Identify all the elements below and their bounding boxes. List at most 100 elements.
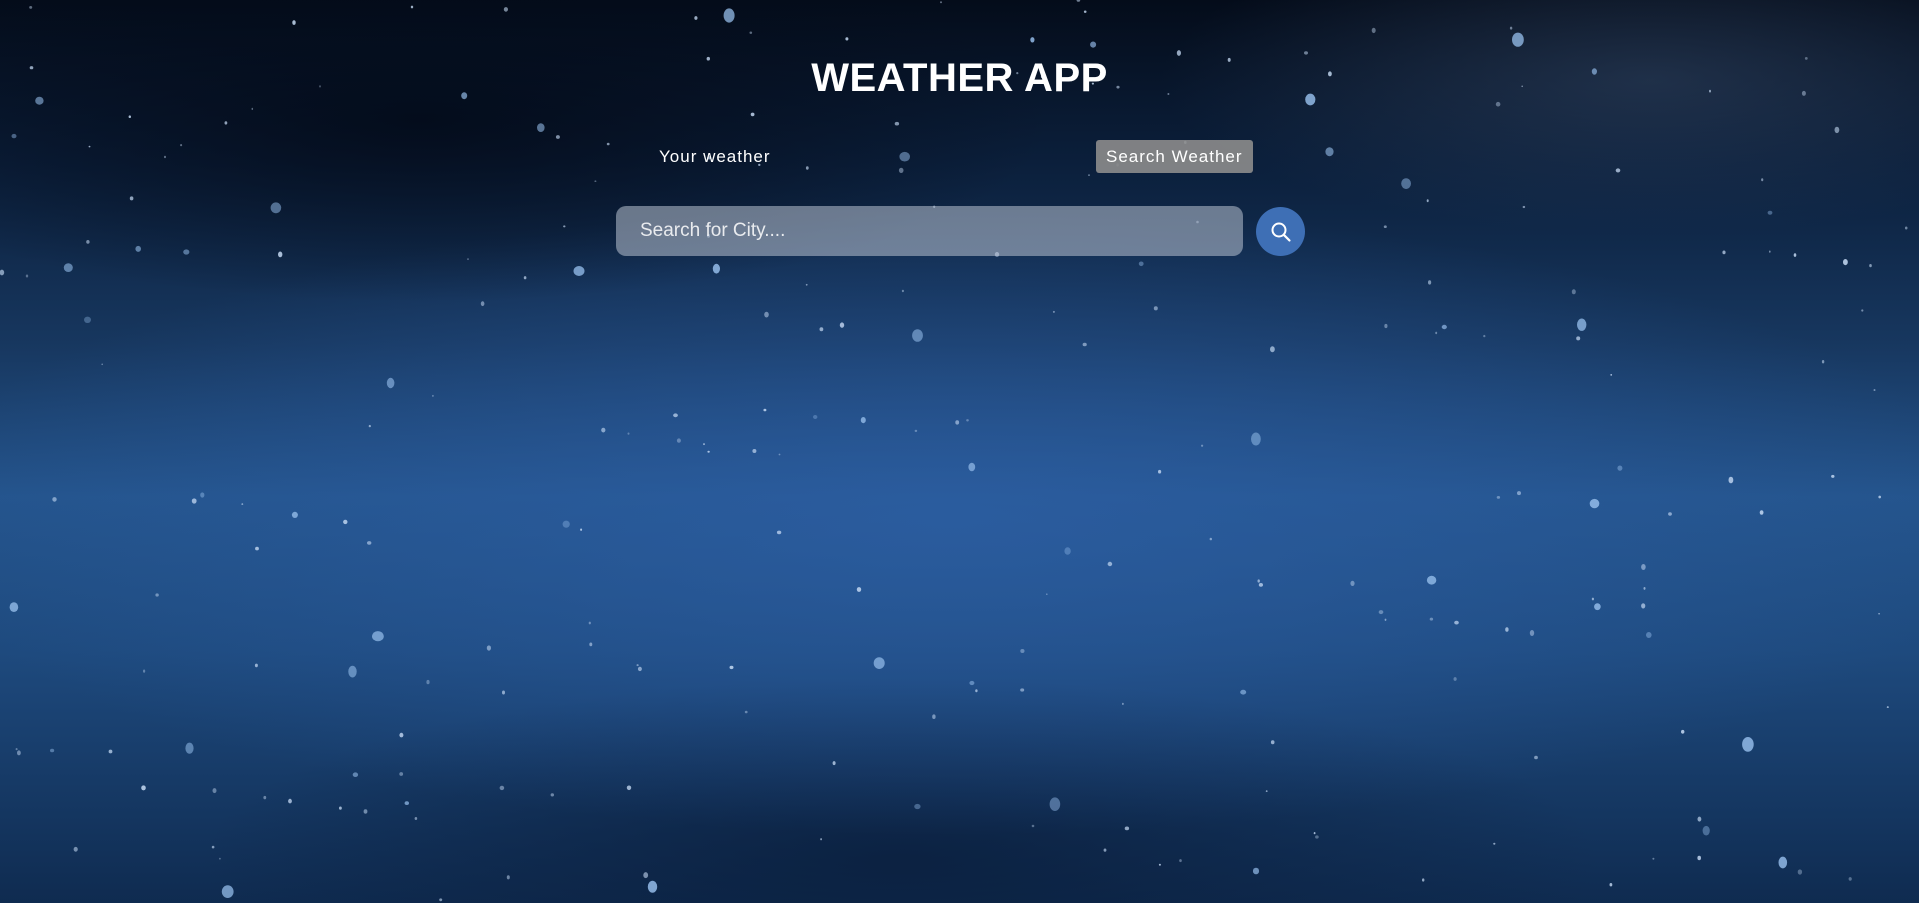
- rain-drop: [1049, 797, 1061, 811]
- rain-drop: [873, 657, 885, 669]
- rain-drop: [555, 135, 560, 139]
- rain-drop: [292, 20, 296, 25]
- rain-drop: [1529, 630, 1535, 636]
- rain-drop: [1769, 250, 1771, 253]
- rain-drop: [399, 772, 404, 776]
- rain-drop: [1251, 432, 1261, 446]
- rain-drop: [1378, 610, 1384, 615]
- rain-drop: [221, 885, 234, 898]
- rain-drop: [1265, 790, 1268, 792]
- rain-drop: [432, 394, 434, 397]
- rain-drop: [1594, 603, 1601, 611]
- rain-drop: [1257, 579, 1260, 583]
- rain-drop: [499, 785, 505, 791]
- rain-drop: [1371, 27, 1376, 34]
- rain-drop: [1873, 389, 1876, 391]
- rain-drop: [1103, 848, 1107, 852]
- rain-drops: [0, 0, 1908, 902]
- rain-drop: [278, 251, 283, 258]
- rain-drop: [856, 587, 862, 592]
- rain-drop: [1201, 444, 1204, 447]
- rain-drop: [563, 225, 566, 228]
- rain-drop: [763, 408, 767, 412]
- rain-drop: [1252, 867, 1260, 875]
- rain-drop: [1122, 702, 1124, 706]
- rain-drop: [1020, 688, 1025, 692]
- rain-drop: [1681, 729, 1685, 734]
- rain-drop: [1031, 824, 1035, 828]
- rain-drop: [1209, 537, 1213, 541]
- rain-drop: [1641, 564, 1646, 570]
- rain-drop: [839, 322, 845, 328]
- rain-drop: [1512, 32, 1524, 47]
- rain-drop: [410, 5, 414, 9]
- rain-drop: [712, 263, 721, 274]
- rain-drop: [1522, 205, 1526, 209]
- rain-drop: [673, 413, 678, 418]
- rain-drop: [155, 593, 159, 597]
- search-input[interactable]: [616, 206, 1243, 256]
- rain-drop: [1759, 510, 1764, 515]
- rain-drop: [562, 520, 570, 528]
- rain-drop: [1483, 334, 1486, 338]
- rain-drop: [183, 249, 190, 255]
- rain-drop: [1886, 706, 1889, 708]
- rain-drop: [219, 857, 221, 860]
- rain-drop: [1617, 465, 1623, 471]
- rain-drop: [1082, 342, 1087, 347]
- rain-drop: [1697, 855, 1701, 861]
- rain-drop: [1589, 498, 1600, 509]
- rain-drop: [1878, 613, 1880, 615]
- rain-drop: [1821, 360, 1825, 364]
- rain-drop: [932, 714, 936, 719]
- rain-drop: [1153, 306, 1158, 311]
- rain-drop: [191, 498, 197, 504]
- rain-drop: [1534, 755, 1538, 760]
- rain-drop: [467, 258, 469, 261]
- rain-drop: [940, 1, 942, 4]
- rain-drop: [914, 429, 918, 432]
- rain-drop: [368, 424, 371, 428]
- rain-drop: [744, 710, 748, 714]
- rain-drop: [288, 798, 292, 804]
- rain-drop: [594, 180, 597, 182]
- rain-drop: [1702, 825, 1710, 836]
- rain-drop: [426, 679, 430, 685]
- tab-your-weather[interactable]: Your weather: [650, 140, 780, 173]
- rain-drop: [627, 432, 630, 435]
- rain-drop: [1517, 491, 1521, 496]
- rain-drop: [968, 462, 976, 472]
- rain-drop: [588, 621, 591, 625]
- rain-drop: [480, 301, 485, 307]
- rain-drop: [367, 541, 372, 545]
- rain-drop: [1064, 547, 1071, 555]
- rain-drop: [1435, 331, 1438, 335]
- tab-search-weather[interactable]: Search Weather: [1096, 140, 1253, 173]
- rain-drop: [764, 311, 769, 318]
- rain-drop: [63, 263, 73, 272]
- rain-drop: [363, 809, 368, 814]
- rain-drop: [537, 123, 545, 132]
- search-button[interactable]: [1256, 207, 1305, 256]
- rain-drop: [626, 785, 632, 791]
- rain-drop: [776, 530, 782, 535]
- rain-drop: [29, 6, 33, 9]
- rain-drop: [1428, 280, 1432, 285]
- rain-drop: [1831, 474, 1835, 478]
- rain-drop: [778, 453, 781, 456]
- rain-drop: [523, 276, 527, 280]
- rain-drop: [1869, 264, 1872, 268]
- rain-drop: [1454, 620, 1459, 625]
- rain-drop: [1834, 126, 1840, 134]
- rain-drop: [550, 793, 554, 797]
- rain-drop: [108, 749, 113, 754]
- rain-drop: [1179, 859, 1182, 863]
- rain-drop: [1441, 324, 1447, 330]
- rain-drop: [750, 112, 755, 117]
- background-image: [0, 0, 1919, 903]
- rain-drop: [1767, 210, 1773, 215]
- rain-drop: [1270, 740, 1275, 745]
- rain-drop: [1668, 512, 1672, 516]
- rain-drop: [1350, 580, 1355, 587]
- rain-drop: [1652, 857, 1655, 860]
